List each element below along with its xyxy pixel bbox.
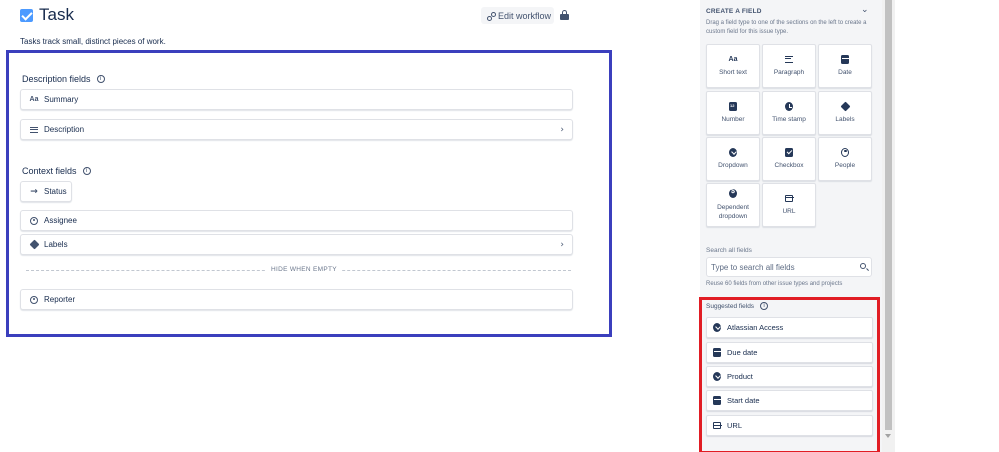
tile-label: Labels [835, 116, 855, 123]
fields-layout-panel: Description fields i Aa Summary Descript… [6, 50, 612, 337]
calendar-icon [841, 54, 849, 64]
field-label: Reporter [44, 295, 76, 304]
label-icon [840, 101, 850, 111]
field-label: Summary [44, 95, 79, 104]
tile-label: Date [838, 69, 852, 76]
suggested-item-label: Atlassian Access [727, 323, 784, 332]
dropdown-icon [729, 147, 737, 157]
description-fields-title: Description fields [22, 74, 91, 84]
suggested-item-due-date[interactable]: Due date [706, 342, 873, 363]
field-label: Labels [44, 240, 68, 249]
edit-workflow-button[interactable]: Edit workflow [481, 7, 554, 24]
field-summary[interactable]: Aa Summary [20, 89, 573, 110]
clock-icon [785, 101, 793, 111]
field-assignee[interactable]: Assignee [20, 210, 573, 231]
tile-label: URL [782, 208, 796, 215]
scrollbar-thumb[interactable] [885, 0, 892, 430]
field-label: Status [44, 187, 67, 196]
suggested-item-start-date[interactable]: Start date [706, 390, 873, 411]
tile-label: Dependent dropdown [717, 203, 749, 220]
label-icon [29, 239, 39, 250]
scroll-down-arrow-icon[interactable] [885, 434, 891, 438]
suggested-item-label: Due date [727, 348, 758, 357]
paragraph-icon [29, 126, 39, 133]
edit-workflow-label: Edit workflow [498, 10, 552, 21]
search-input[interactable] [706, 257, 872, 277]
url-icon [785, 194, 794, 202]
suggested-item-product[interactable]: Product [706, 366, 873, 387]
field-type-short-text[interactable]: Aa Short text [706, 44, 760, 88]
person-icon [29, 295, 39, 304]
info-icon[interactable]: i [760, 302, 769, 310]
info-icon[interactable]: i [96, 75, 105, 83]
tile-label: Number [721, 116, 745, 123]
tile-label: People [834, 162, 856, 169]
checkbox-icon [785, 147, 793, 157]
field-type-number[interactable]: Number [706, 91, 760, 135]
suggested-item-label: Product [727, 372, 753, 381]
calendar-icon [713, 348, 721, 357]
url-icon [713, 422, 722, 430]
page-header: Task Edit workflow [20, 5, 580, 28]
create-field-description: Drag a field type to one of the sections… [706, 20, 867, 35]
dependent-dropdown-icon [729, 188, 737, 198]
tile-label: Paragraph [773, 69, 805, 76]
field-type-labels[interactable]: Labels [818, 91, 872, 135]
suggested-item-label: Start date [727, 396, 760, 405]
suggested-item-atlassian-access[interactable]: Atlassian Access [706, 317, 873, 338]
chevron-down-icon[interactable]: ⌄ [861, 5, 869, 15]
field-type-people[interactable]: People [818, 137, 872, 181]
lock-icon[interactable] [560, 10, 569, 20]
field-labels[interactable]: Labels › [20, 234, 573, 255]
chevron-right-icon[interactable]: › [560, 125, 564, 135]
suggested-fields-heading: Suggested fields i [706, 302, 769, 310]
tile-label: Time stamp [772, 116, 806, 123]
hide-when-empty-label: HIDE WHEN EMPTY [266, 266, 342, 273]
chevron-right-icon[interactable]: › [560, 240, 564, 250]
field-type-dropdown[interactable]: Dropdown [706, 137, 760, 181]
tile-label: Short text [719, 69, 747, 76]
workflow-icon [487, 11, 496, 21]
field-reporter[interactable]: Reporter [20, 289, 573, 310]
reuse-hint: Reuse 60 fields from other issue types a… [706, 281, 843, 287]
field-label: Description [44, 125, 85, 134]
calendar-icon [713, 396, 721, 405]
field-type-checkbox[interactable]: Checkbox [762, 137, 816, 181]
field-status[interactable]: → Status [20, 181, 72, 202]
paragraph-icon [785, 55, 793, 63]
tile-label: Checkbox [774, 162, 804, 169]
field-description[interactable]: Description › [20, 119, 573, 140]
short-text-icon: Aa [29, 96, 39, 103]
suggested-item-label: URL [727, 421, 743, 430]
field-label: Assignee [44, 216, 77, 225]
tile-label: Dropdown [718, 162, 748, 169]
dropdown-icon [713, 372, 721, 381]
context-fields-heading: Context fields i [22, 166, 91, 176]
search-label: Search all fields [706, 247, 752, 254]
field-type-dependent-dropdown[interactable]: Dependent dropdown [706, 183, 760, 227]
search-icon[interactable] [860, 263, 866, 269]
suggested-fields-title: Suggested fields [706, 302, 755, 310]
create-field-title: CREATE A FIELD [706, 8, 762, 15]
arrow-right-icon: → [30, 186, 38, 197]
field-type-time-stamp[interactable]: Time stamp [762, 91, 816, 135]
person-icon [29, 216, 39, 225]
field-type-date[interactable]: Date [818, 44, 872, 88]
person-icon [841, 147, 849, 157]
suggested-item-url[interactable]: URL [706, 415, 873, 436]
field-type-paragraph[interactable]: Paragraph [762, 44, 816, 88]
info-icon[interactable]: i [82, 167, 91, 175]
page-subtitle: Tasks track small, distinct pieces of wo… [20, 37, 166, 46]
context-fields-title: Context fields [22, 166, 77, 176]
dropdown-icon [713, 323, 721, 332]
page-title: Task [39, 5, 74, 24]
short-text-icon: Aa [728, 55, 738, 63]
description-fields-heading: Description fields i [22, 74, 105, 84]
number-icon [729, 101, 737, 111]
field-type-url[interactable]: URL [762, 183, 816, 227]
task-type-icon [20, 9, 33, 22]
